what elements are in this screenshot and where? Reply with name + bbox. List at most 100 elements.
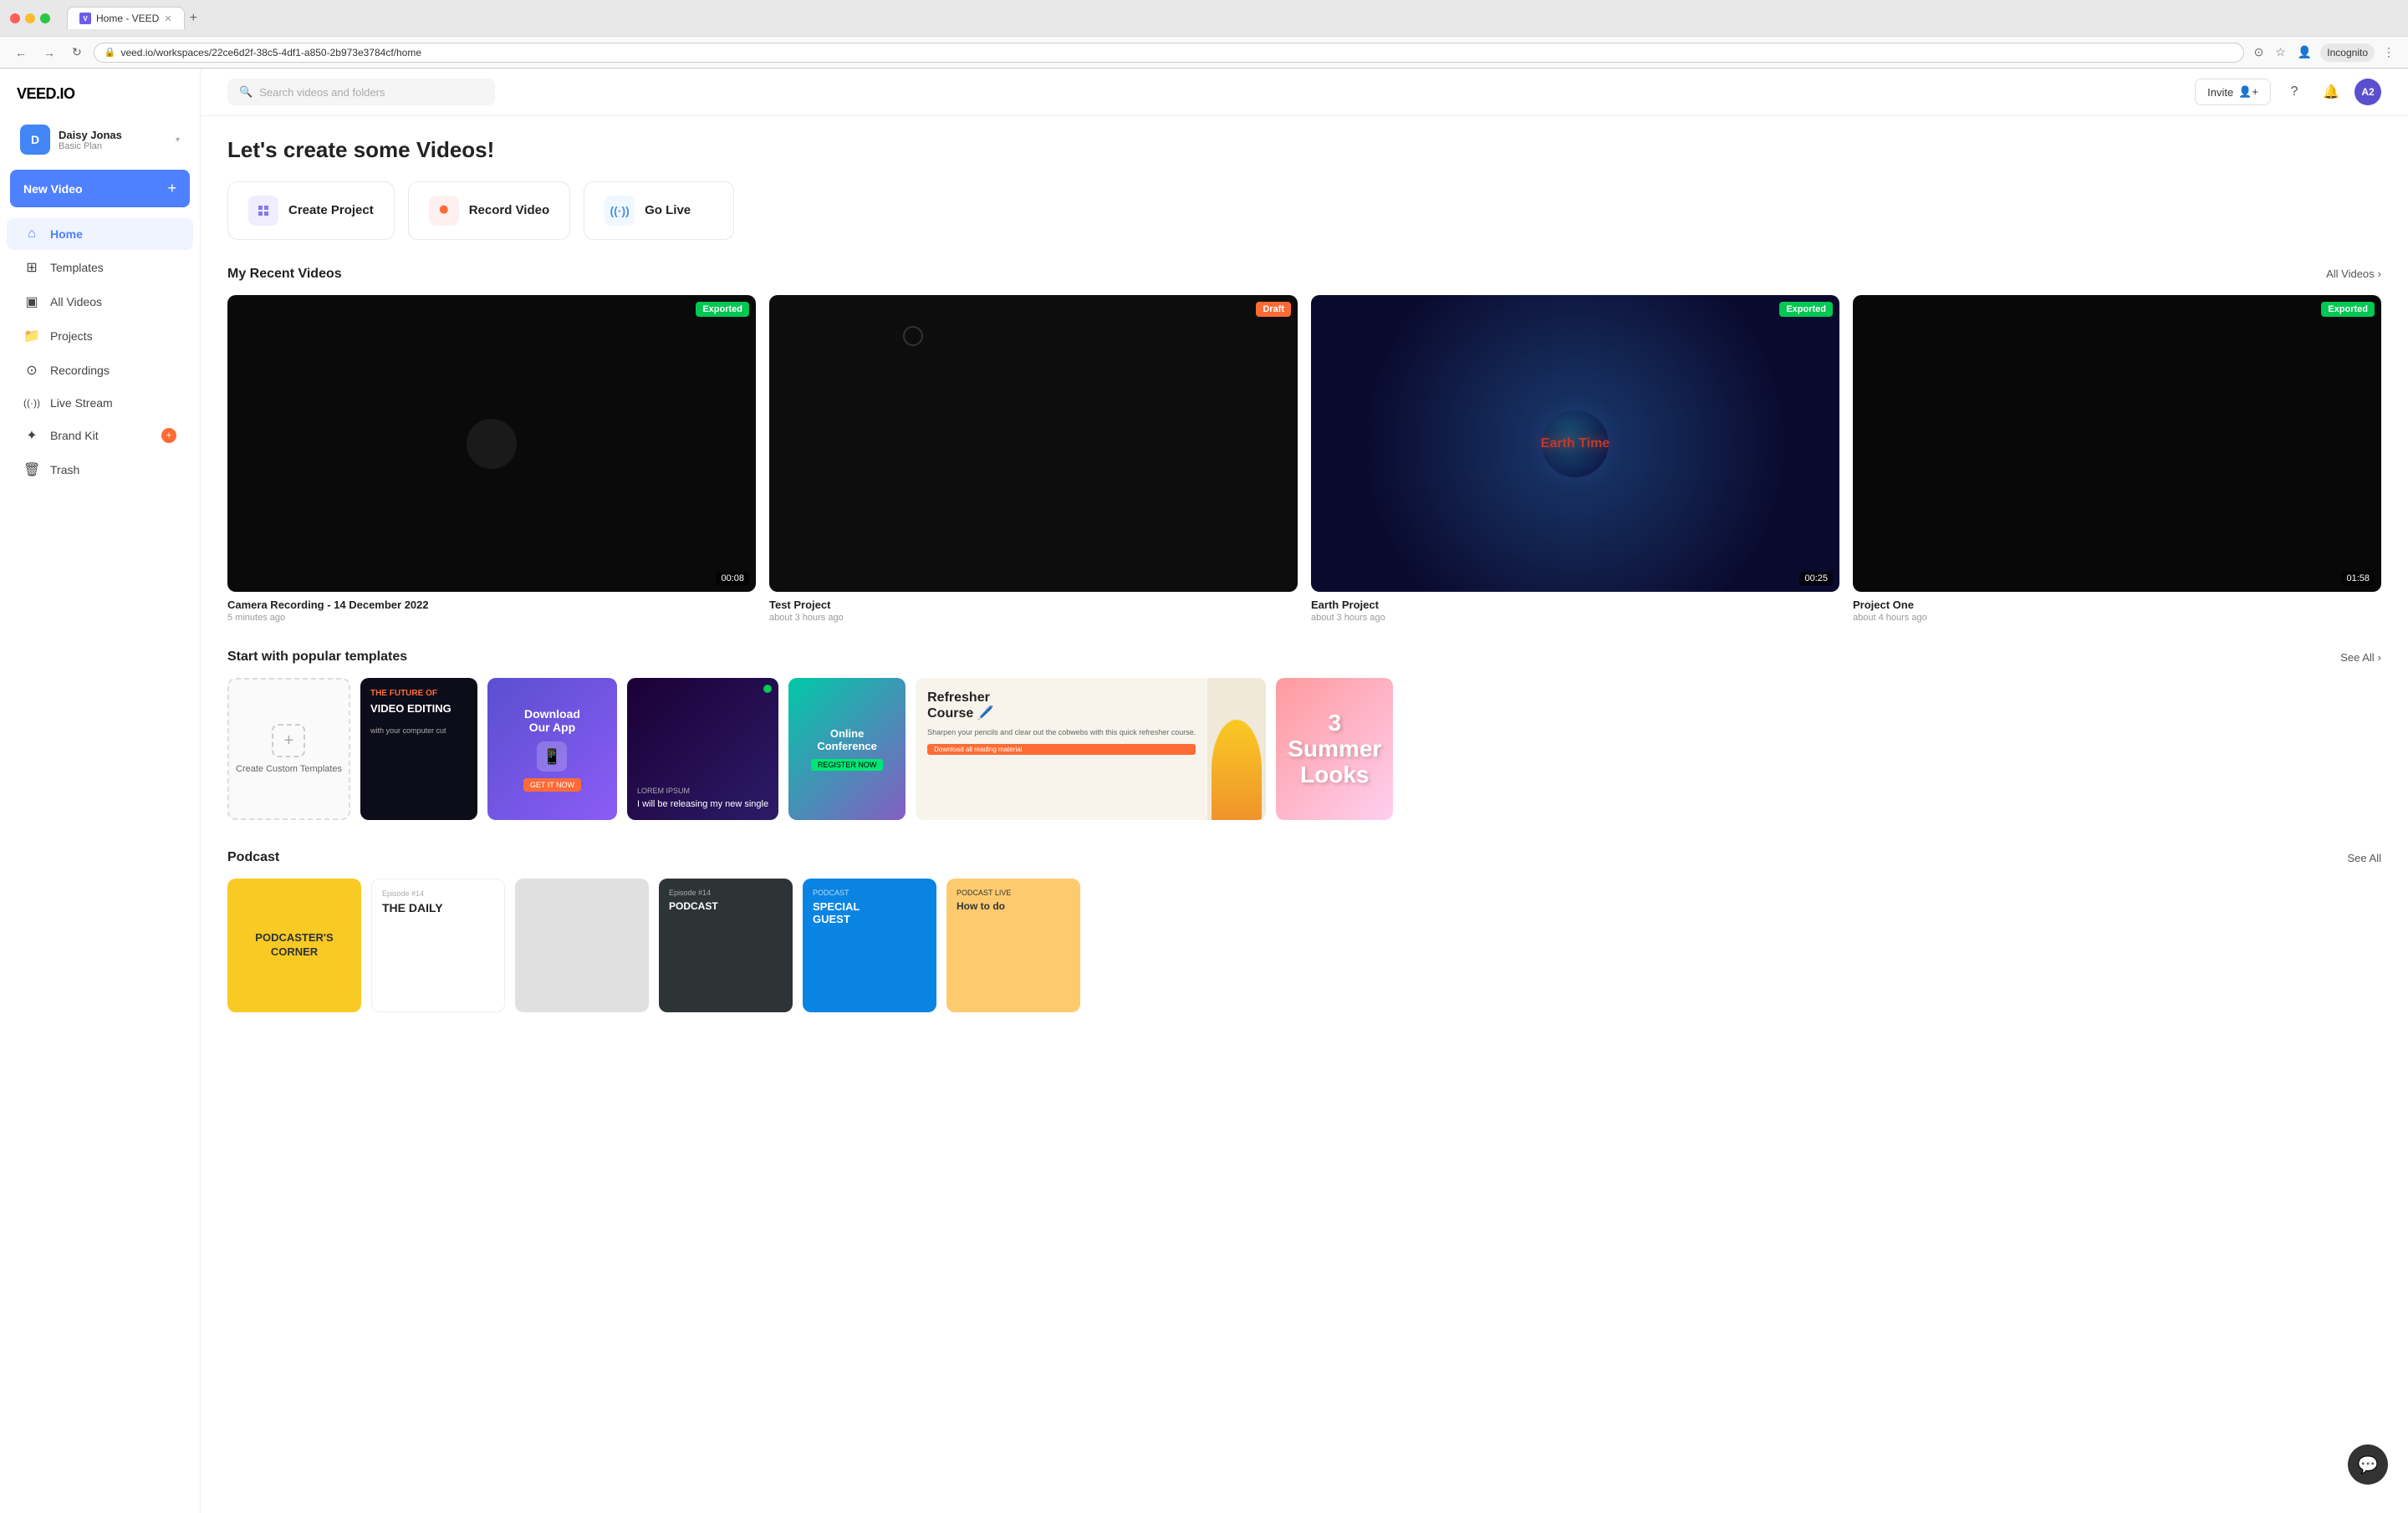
podcast-card[interactable]: PODCAST LIVE How to do <box>946 879 1080 1012</box>
chat-button[interactable]: 💬 <box>2348 1444 2388 1485</box>
podcast-header: Podcast See All <box>227 850 2381 865</box>
chat-icon: 💬 <box>2358 1454 2379 1475</box>
sidebar-item-trash[interactable]: 🗑 Trash <box>7 453 193 487</box>
all-videos-icon: ▣ <box>23 293 40 310</box>
video-badge: Exported <box>1779 302 1833 317</box>
sidebar-item-home[interactable]: ⌂ Home <box>7 218 193 250</box>
sidebar-item-label: All Videos <box>50 295 102 308</box>
podcast-see-all-link[interactable]: See All <box>2348 852 2381 864</box>
search-placeholder: Search videos and folders <box>259 86 385 99</box>
close-window-button[interactable] <box>10 13 20 23</box>
user-plan: Basic Plan <box>59 141 167 151</box>
invite-button[interactable]: Invite 👤+ <box>2195 79 2271 105</box>
bookmark-icon[interactable]: ☆ <box>2272 43 2289 61</box>
go-live-label: Go Live <box>645 203 691 217</box>
refresh-button[interactable]: ↻ <box>67 42 87 63</box>
create-custom-label: Create Custom Templates <box>229 764 349 774</box>
template-card[interactable]: LOREM IPSUM I will be releasing my new s… <box>627 678 778 820</box>
tab-title: Home - VEED <box>96 13 159 24</box>
sidebar-item-label: Recordings <box>50 364 110 377</box>
sidebar-item-projects[interactable]: 📁 Projects <box>7 319 193 353</box>
browser-chrome: V Home - VEED ✕ + ← → ↻ 🔒 veed.io/worksp… <box>0 0 2408 69</box>
address-bar[interactable]: 🔒 veed.io/workspaces/22ce6d2f-38c5-4df1-… <box>94 43 2244 63</box>
video-time: about 3 hours ago <box>1311 613 1839 623</box>
home-icon: ⌂ <box>23 227 40 242</box>
hero-title-highlight: Videos! <box>416 137 494 162</box>
cast-icon[interactable]: ⊙ <box>2251 43 2268 61</box>
sidebar-item-recordings[interactable]: ⊙ Recordings <box>7 354 193 387</box>
tab-bar: V Home - VEED ✕ + <box>67 7 197 29</box>
brand-kit-badge: + <box>161 428 176 443</box>
app-logo: VEED.IO <box>0 79 200 116</box>
minimize-window-button[interactable] <box>25 13 35 23</box>
record-video-card[interactable]: ⏺ Record Video <box>408 181 570 240</box>
podcast-card[interactable]: PODCAST SPECIALGUEST <box>803 879 936 1012</box>
create-custom-template-card[interactable]: + Create Custom Templates <box>227 678 350 820</box>
forward-button[interactable]: → <box>38 43 60 63</box>
sidebar-item-all-videos[interactable]: ▣ All Videos <box>7 285 193 318</box>
profile-icon[interactable]: 👤 <box>2294 43 2315 61</box>
sidebar-item-templates[interactable]: ⊞ Templates <box>7 251 193 284</box>
templates-see-all-link[interactable]: See All › <box>2340 651 2381 664</box>
video-thumbnail: Exported 00:08 <box>227 295 756 593</box>
video-card[interactable]: Earth Time Exported 00:25 Earth Project … <box>1311 295 1839 624</box>
live-stream-icon: ((·)) <box>23 397 40 409</box>
template-card[interactable]: DownloadOur App 📱 GET IT NOW <box>487 678 617 820</box>
create-project-label: Create Project <box>288 203 374 217</box>
hero-title: Let's create some Videos! <box>227 136 2381 165</box>
tab-close-button[interactable]: ✕ <box>164 13 171 24</box>
app-header: 🔍 Search videos and folders Invite 👤+ ? … <box>201 69 2408 116</box>
video-card[interactable]: Exported 00:08 Camera Recording - 14 Dec… <box>227 295 756 624</box>
menu-button[interactable]: ⋮ <box>2380 43 2398 61</box>
maximize-window-button[interactable] <box>40 13 50 23</box>
template-card[interactable]: THE FUTURE OF VIDEO EDITING with your co… <box>360 678 477 820</box>
new-tab-button[interactable]: + <box>190 11 197 26</box>
main-area: 🔍 Search videos and folders Invite 👤+ ? … <box>201 69 2408 1513</box>
sidebar-item-label: Brand Kit <box>50 429 99 442</box>
back-button[interactable]: ← <box>10 43 32 63</box>
hero-title-prefix: Let's create some <box>227 137 416 162</box>
sidebar-item-live-stream[interactable]: ((·)) Live Stream <box>7 388 193 418</box>
template-card[interactable]: RefresherCourse 🖊️ Sharpen your pencils … <box>916 678 1266 820</box>
video-card[interactable]: Exported 01:58 Project One about 4 hours… <box>1853 295 2381 624</box>
template-card[interactable]: OnlineConference REGISTER NOW <box>788 678 906 820</box>
user-name: Daisy Jonas <box>59 129 167 141</box>
podcast-card[interactable]: PODCASTER'SCORNER <box>227 879 361 1012</box>
new-video-button[interactable]: New Video + <box>10 170 190 207</box>
video-duration: 00:08 <box>716 572 749 585</box>
create-project-icon <box>248 196 278 226</box>
video-time: about 4 hours ago <box>1853 613 2381 623</box>
template-card[interactable]: 3SummerLooks <box>1276 678 1393 820</box>
sidebar-item-label: Home <box>50 227 83 241</box>
all-videos-link[interactable]: All Videos › <box>2326 267 2381 280</box>
help-button[interactable]: ? <box>2281 79 2308 105</box>
person-add-icon: 👤+ <box>2238 85 2258 99</box>
action-cards: Create Project ⏺ Record Video ((·)) Go L… <box>227 181 2381 240</box>
recent-videos-header: My Recent Videos All Videos › <box>227 267 2381 282</box>
search-bar[interactable]: 🔍 Search videos and folders <box>227 79 495 105</box>
video-card[interactable]: Draft Test Project about 3 hours ago <box>769 295 1298 624</box>
podcast-title: Podcast <box>227 850 279 865</box>
podcast-card[interactable]: Episode #14 PODCAST <box>659 879 793 1012</box>
active-tab[interactable]: V Home - VEED ✕ <box>67 7 185 29</box>
video-thumbnail: Earth Time Exported 00:25 <box>1311 295 1839 593</box>
header-user-avatar[interactable]: A2 <box>2354 79 2381 105</box>
video-thumbnail: Draft <box>769 295 1298 593</box>
video-title: Earth Project <box>1311 599 1839 611</box>
incognito-badge: Incognito <box>2320 43 2375 62</box>
plus-icon: + <box>167 180 176 197</box>
video-time: 5 minutes ago <box>227 613 756 623</box>
video-title: Camera Recording - 14 December 2022 <box>227 599 756 611</box>
podcast-card[interactable]: Episode #14 THE DAILY <box>371 879 505 1012</box>
go-live-card[interactable]: ((·)) Go Live <box>584 181 734 240</box>
sidebar-item-brand-kit[interactable]: ✦ Brand Kit + <box>7 419 193 452</box>
user-section[interactable]: D Daisy Jonas Basic Plan ▾ <box>7 116 193 163</box>
header-actions: Invite 👤+ ? 🔔 A2 <box>2195 79 2381 105</box>
recordings-icon: ⊙ <box>23 362 40 379</box>
podcast-card[interactable] <box>515 879 649 1012</box>
online-dot <box>763 685 772 693</box>
create-project-card[interactable]: Create Project <box>227 181 395 240</box>
notifications-button[interactable]: 🔔 <box>2318 79 2344 105</box>
video-title: Test Project <box>769 599 1298 611</box>
sidebar-item-label: Projects <box>50 329 93 343</box>
